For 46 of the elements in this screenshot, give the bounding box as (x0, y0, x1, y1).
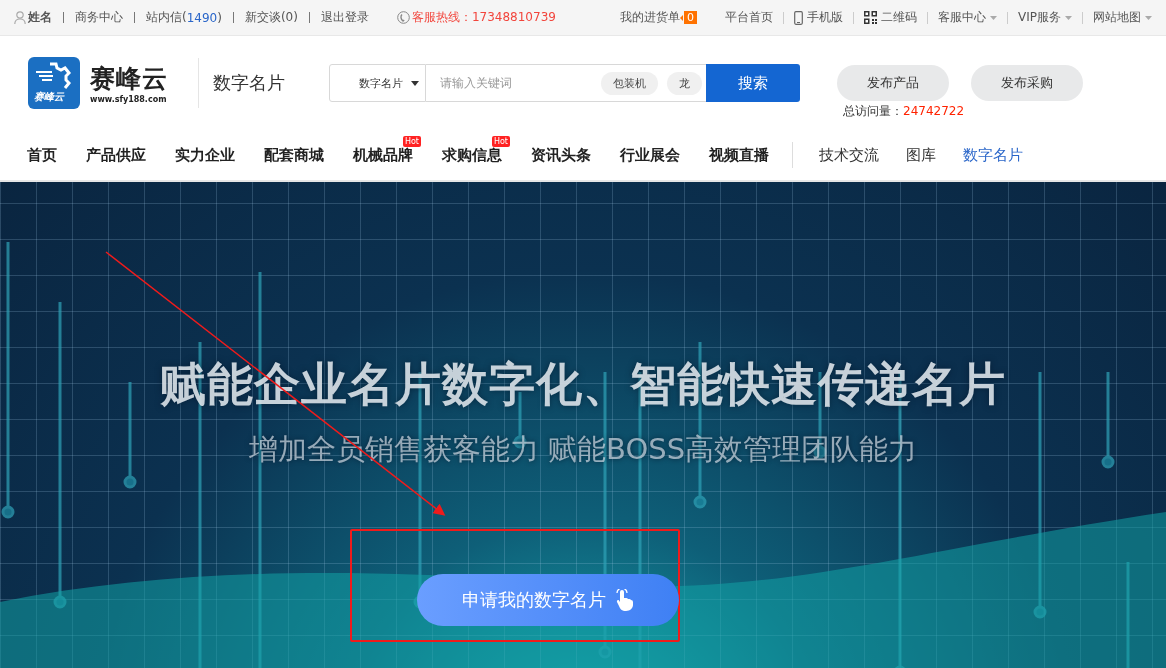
nav-tab[interactable]: 配套商城 (264, 145, 324, 165)
hot-badge: Hot (491, 135, 510, 147)
caret-icon (1145, 15, 1152, 20)
nav-tab[interactable]: 首页 (27, 145, 57, 165)
publish-button[interactable]: 发布产品 (837, 65, 949, 101)
nav-tab[interactable]: 机械品牌 (353, 145, 413, 165)
top-link[interactable]: 新交谈(0) (244, 9, 298, 26)
caret-icon (1065, 15, 1072, 20)
nav-tab[interactable]: 求购信息 (442, 145, 502, 165)
nav-tab[interactable]: 视频直播 (709, 145, 769, 165)
dropdown-link[interactable]: 网站地图 (1093, 9, 1152, 26)
nav-tab[interactable]: 产品供应 (86, 145, 146, 165)
top-link[interactable]: 退出登录 (320, 9, 369, 26)
dropdown-link[interactable]: VIP服务 (1018, 9, 1072, 26)
mobile-phone-icon (794, 10, 803, 25)
search-button[interactable]: 搜索 (706, 64, 800, 102)
user-name[interactable]: 姓名 (28, 9, 52, 26)
nav-tab[interactable]: 技术交流 (819, 145, 879, 165)
site-url: www.sfy188.com (90, 95, 168, 104)
logo-text: 赛峰云 (90, 63, 168, 95)
publish-button[interactable]: 发布采购 (971, 65, 1083, 101)
visit-count: 总访问量：24742722 (843, 103, 965, 120)
top-link[interactable]: 二维码 (864, 9, 917, 26)
pointing-hand-icon (615, 589, 634, 611)
nav-tab[interactable]: 图库 (906, 145, 936, 165)
caret-icon (990, 15, 997, 20)
top-link[interactable]: 商务中心 (75, 9, 123, 26)
hot-badge: Hot (402, 135, 421, 147)
top-link[interactable]: 平台首页 (725, 9, 773, 26)
nav-tab[interactable]: 实力企业 (175, 145, 235, 165)
nav-tab[interactable]: 数字名片 (963, 145, 1023, 165)
keyword-tag[interactable]: 包装机 (601, 72, 658, 95)
nav-tab[interactable]: 行业展会 (620, 145, 680, 165)
nav-tab[interactable]: 资讯头条 (531, 145, 591, 165)
phone-handset-icon (396, 11, 410, 24)
dropdown-link[interactable]: 客服中心 (938, 9, 997, 26)
user-icon (14, 11, 26, 24)
top-link[interactable]: 站内信(1490) (146, 9, 222, 26)
top-link[interactable]: 手机版 (794, 9, 843, 26)
caret-icon (411, 80, 419, 86)
logo-icon: 赛峰云 (28, 57, 80, 109)
hotline-text: 客服热线：17348810739 (411, 9, 556, 26)
cart-link[interactable]: 我的进货单 (620, 9, 680, 26)
section-title: 数字名片 (213, 71, 286, 95)
category-dropdown[interactable]: 数字名片 (329, 64, 426, 102)
qr-code-icon (864, 11, 877, 24)
